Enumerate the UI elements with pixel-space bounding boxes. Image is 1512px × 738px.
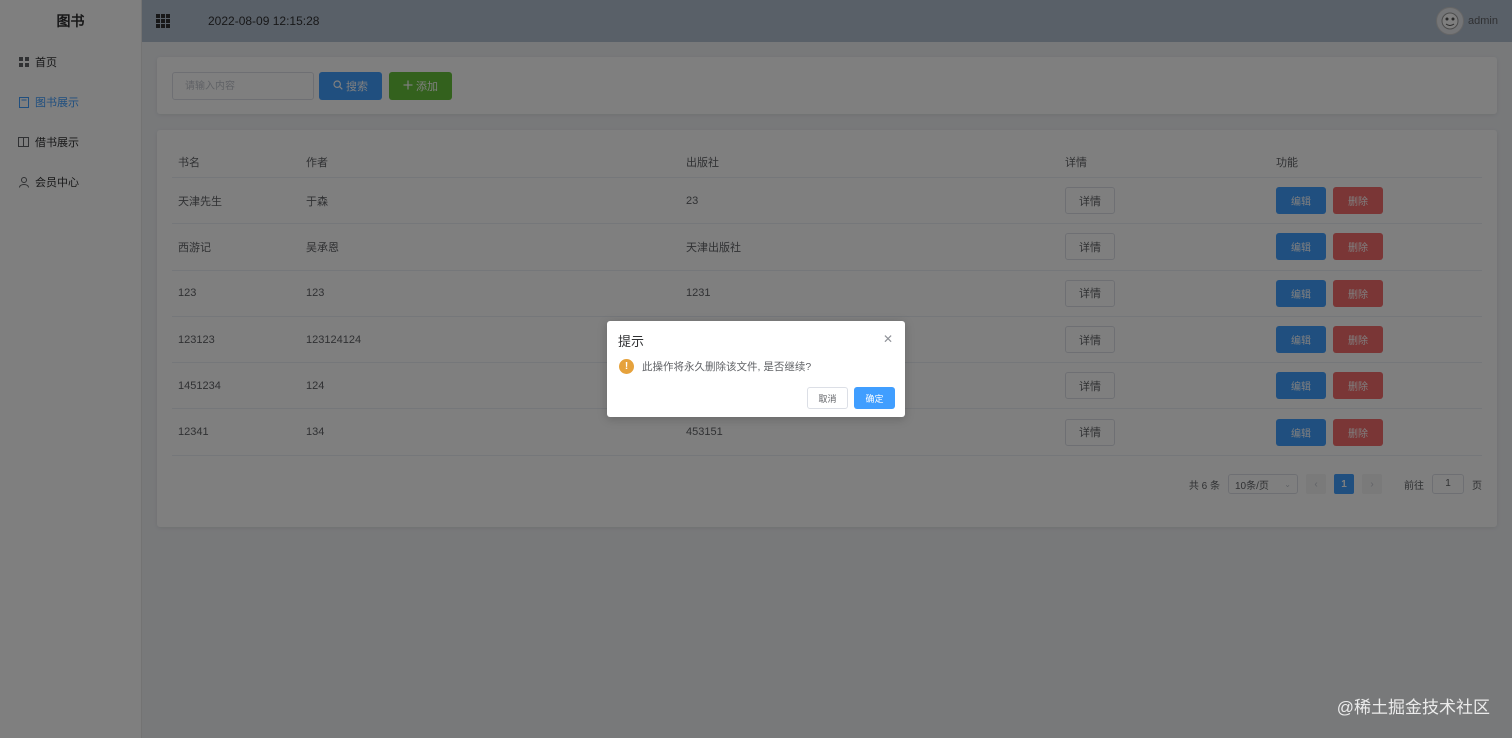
- close-icon[interactable]: ✕: [883, 332, 893, 346]
- confirm-dialog: 提示 ✕ ! 此操作将永久删除该文件, 是否继续? 取消 确定: [607, 321, 905, 417]
- dialog-title: 提示: [618, 334, 645, 349]
- cancel-button[interactable]: 取消: [807, 387, 848, 409]
- warning-icon: !: [619, 359, 634, 374]
- dialog-message: ! 此操作将永久删除该文件, 是否继续?: [619, 359, 811, 374]
- watermark: @稀土掘金技术社区: [1336, 698, 1490, 717]
- dialog-message-text: 此操作将永久删除该文件, 是否继续?: [642, 361, 812, 373]
- confirm-button[interactable]: 确定: [854, 387, 895, 409]
